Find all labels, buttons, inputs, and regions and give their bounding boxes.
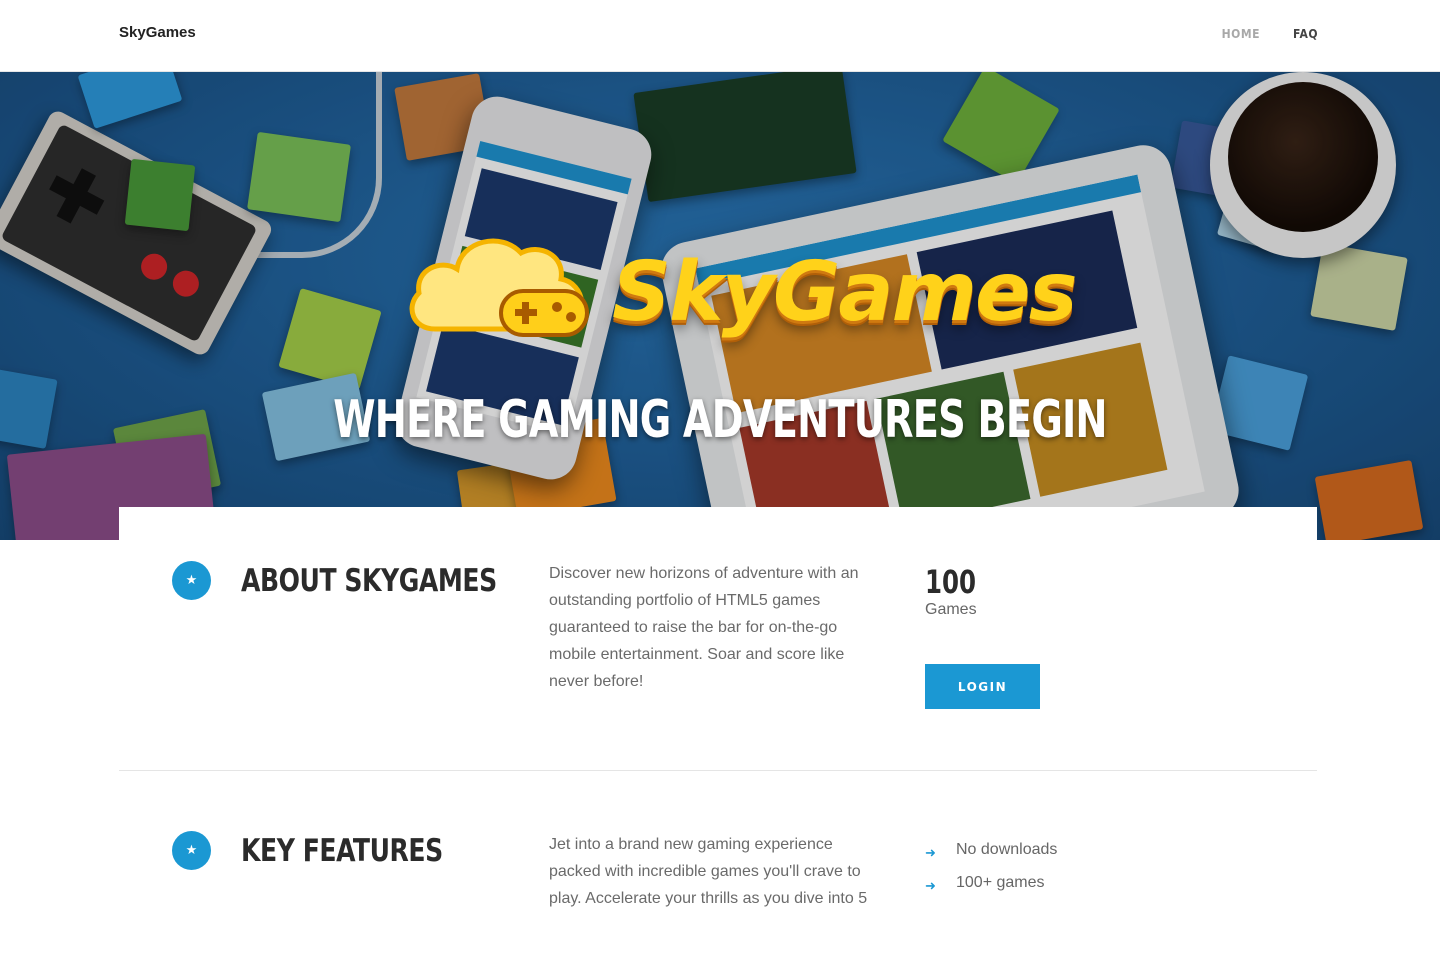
main-nav: HOME FAQ bbox=[1222, 27, 1318, 41]
brand-link[interactable]: SkyGames bbox=[119, 24, 196, 41]
feature-label: No downloads bbox=[956, 841, 1058, 858]
nav-home-link[interactable]: HOME bbox=[1222, 27, 1260, 41]
list-item: ➜ No downloads bbox=[925, 837, 1057, 870]
about-section: ★ ABOUT SKYGAMES Discover new horizons o… bbox=[119, 507, 1317, 770]
star-icon: ★ bbox=[172, 561, 211, 600]
arrow-right-icon: ➜ bbox=[925, 845, 936, 860]
list-item: ➜ 100+ games bbox=[925, 870, 1057, 903]
hero-title: WHERE GAMING ADVENTURES BEGIN bbox=[333, 390, 1107, 450]
login-button[interactable]: LOGIN bbox=[925, 664, 1040, 709]
features-section: ★ KEY FEATURES Jet into a brand new gami… bbox=[119, 770, 1317, 971]
features-list: ➜ No downloads ➜ 100+ games bbox=[925, 837, 1057, 903]
about-title: ABOUT SKYGAMES bbox=[241, 563, 497, 599]
top-navbar: SkyGames HOME FAQ bbox=[0, 0, 1440, 72]
content-card: ★ ABOUT SKYGAMES Discover new horizons o… bbox=[119, 507, 1317, 907]
hero-banner: SkyGames WHERE GAMING ADVENTURES BEGIN bbox=[0, 72, 1440, 540]
star-icon: ★ bbox=[172, 831, 211, 870]
nav-faq-link[interactable]: FAQ bbox=[1293, 27, 1318, 41]
logo-wordmark: SkyGames bbox=[612, 245, 1078, 340]
cloud-gamepad-logo-icon bbox=[409, 238, 589, 337]
games-count: 100 bbox=[925, 563, 977, 601]
games-label: Games bbox=[925, 601, 977, 618]
feature-label: 100+ games bbox=[956, 874, 1045, 891]
arrow-right-icon: ➜ bbox=[925, 878, 936, 893]
features-title: KEY FEATURES bbox=[241, 833, 443, 869]
about-text: Discover new horizons of adventure with … bbox=[549, 565, 859, 690]
